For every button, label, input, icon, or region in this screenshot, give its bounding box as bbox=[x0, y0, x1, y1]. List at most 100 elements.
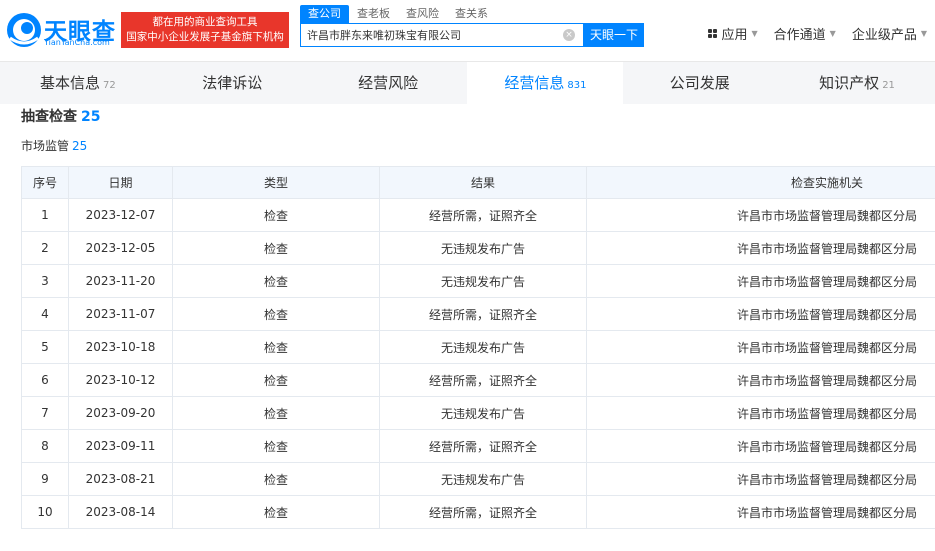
cell-authority: 许昌市市场监督管理局魏都区分局 bbox=[586, 396, 935, 430]
cell-date: 2023-12-05 bbox=[68, 231, 173, 265]
cell-result: 无违规发布广告 bbox=[379, 462, 587, 496]
cell-date: 2023-12-07 bbox=[68, 198, 173, 232]
table-row: 2 2023-12-05 检查 无违规发布广告 许昌市市场监督管理局魏都区分局 bbox=[21, 231, 935, 265]
company-tabs: 基本信息 72 法律诉讼 经营风险 经营信息 831 公司发展 知识产权 21 bbox=[0, 62, 935, 104]
search-box: × bbox=[300, 23, 584, 47]
cell-authority: 许昌市市场监督管理局魏都区分局 bbox=[586, 198, 935, 232]
search-tab-risk[interactable]: 查风险 bbox=[398, 5, 447, 23]
header-result: 结果 bbox=[379, 166, 587, 199]
tab-development[interactable]: 公司发展 bbox=[623, 62, 779, 104]
tab-label: 经营信息 bbox=[504, 74, 565, 92]
nav-apps[interactable]: 应用 ▼ bbox=[708, 24, 758, 43]
table-row: 6 2023-10-12 检查 经营所需，证照齐全 许昌市市场监督管理局魏都区分局 bbox=[21, 363, 935, 397]
tianyancha-logo-icon bbox=[7, 13, 41, 47]
tab-legal[interactable]: 法律诉讼 bbox=[156, 62, 312, 104]
chevron-down-icon: ▼ bbox=[829, 29, 836, 38]
cell-authority: 许昌市市场监督管理局魏都区分局 bbox=[586, 231, 935, 265]
sub-section-count: 25 bbox=[72, 139, 88, 153]
header-type: 类型 bbox=[172, 166, 380, 199]
cell-result: 无违规发布广告 bbox=[379, 396, 587, 430]
cell-index: 5 bbox=[21, 330, 69, 364]
cell-authority: 许昌市市场监督管理局魏都区分局 bbox=[586, 297, 935, 331]
top-header: 天眼查 TianYanCha.com 都在用的商业查询工具 国家中小企业发展子基… bbox=[0, 0, 935, 62]
cell-date: 2023-08-21 bbox=[68, 462, 173, 496]
cell-date: 2023-11-20 bbox=[68, 264, 173, 298]
tab-operation-info[interactable]: 经营信息 831 bbox=[467, 62, 624, 104]
cell-index: 3 bbox=[21, 264, 69, 298]
tab-basic-info[interactable]: 基本信息 72 bbox=[0, 62, 156, 104]
chevron-down-icon: ▼ bbox=[751, 29, 758, 38]
inspection-table: 序号 日期 类型 结果 检查实施机关 1 2023-12-07 检查 经营所需，证照齐… bbox=[21, 166, 935, 529]
cell-result: 经营所需，证照齐全 bbox=[379, 429, 587, 463]
sub-section-label: 市场监管 bbox=[21, 139, 70, 153]
table-row: 10 2023-08-14 检查 经营所需，证照齐全 许昌市市场监督管理局魏都区分局 bbox=[21, 495, 935, 529]
cell-date: 2023-09-20 bbox=[68, 396, 173, 430]
logo[interactable]: 天眼查 TianYanCha.com bbox=[6, 10, 118, 50]
top-nav: 应用 ▼ 合作通道 ▼ 企业级产品 ▼ bbox=[692, 24, 927, 43]
tab-label: 知识产权 bbox=[819, 74, 880, 92]
nav-enterprise[interactable]: 企业级产品 ▼ bbox=[852, 24, 927, 43]
table-row: 9 2023-08-21 检查 无违规发布广告 许昌市市场监督管理局魏都区分局 bbox=[21, 462, 935, 496]
cell-index: 6 bbox=[21, 363, 69, 397]
header-date: 日期 bbox=[68, 166, 173, 199]
cell-result: 无违规发布广告 bbox=[379, 330, 587, 364]
nav-cooperation[interactable]: 合作通道 ▼ bbox=[774, 24, 836, 43]
cell-index: 2 bbox=[21, 231, 69, 265]
cell-index: 10 bbox=[21, 495, 69, 529]
search-tab-company[interactable]: 查公司 bbox=[300, 5, 349, 23]
logo-subtext: TianYanCha.com bbox=[44, 38, 110, 47]
tab-count: 21 bbox=[882, 80, 895, 91]
tab-label: 公司发展 bbox=[669, 74, 730, 92]
cell-index: 1 bbox=[21, 198, 69, 232]
tab-ip[interactable]: 知识产权 21 bbox=[779, 62, 935, 104]
cell-date: 2023-10-12 bbox=[68, 363, 173, 397]
apps-grid-icon bbox=[708, 29, 718, 38]
sub-section-title[interactable]: 市场监管 25 bbox=[21, 137, 87, 154]
cell-result: 经营所需，证照齐全 bbox=[379, 363, 587, 397]
cell-result: 经营所需，证照齐全 bbox=[379, 297, 587, 331]
nav-cooperation-label: 合作通道 bbox=[773, 28, 826, 43]
cell-date: 2023-08-14 bbox=[68, 495, 173, 529]
table-row: 8 2023-09-11 检查 经营所需，证照齐全 许昌市市场监督管理局魏都区分局 bbox=[21, 429, 935, 463]
cell-type: 检查 bbox=[172, 462, 380, 496]
cell-type: 检查 bbox=[172, 363, 380, 397]
tab-label: 经营风险 bbox=[358, 74, 419, 92]
search-input[interactable] bbox=[301, 24, 557, 46]
clear-icon[interactable]: × bbox=[563, 29, 575, 41]
cell-result: 经营所需，证照齐全 bbox=[379, 495, 587, 529]
tab-count: 72 bbox=[103, 80, 116, 91]
section-count: 25 bbox=[81, 109, 101, 125]
section-title: 抽查检查 25 bbox=[21, 106, 100, 126]
search-tab-boss[interactable]: 查老板 bbox=[349, 5, 398, 23]
search-tab-relation[interactable]: 查关系 bbox=[447, 5, 496, 23]
cell-result: 经营所需，证照齐全 bbox=[379, 198, 587, 232]
section-title-label: 抽查检查 bbox=[21, 109, 77, 125]
cell-type: 检查 bbox=[172, 495, 380, 529]
cell-type: 检查 bbox=[172, 198, 380, 232]
cell-type: 检查 bbox=[172, 297, 380, 331]
cell-date: 2023-10-18 bbox=[68, 330, 173, 364]
search-button[interactable]: 天眼一下 bbox=[584, 23, 644, 47]
cell-index: 8 bbox=[21, 429, 69, 463]
nav-apps-label: 应用 bbox=[721, 28, 748, 43]
table-header-row: 序号 日期 类型 结果 检查实施机关 bbox=[21, 166, 935, 199]
header-authority: 检查实施机关 bbox=[586, 166, 935, 199]
cell-date: 2023-09-11 bbox=[68, 429, 173, 463]
tab-operation-risk[interactable]: 经营风险 bbox=[312, 62, 468, 104]
cell-authority: 许昌市市场监督管理局魏都区分局 bbox=[586, 462, 935, 496]
cell-type: 检查 bbox=[172, 231, 380, 265]
chevron-down-icon: ▼ bbox=[920, 29, 927, 38]
tab-count: 831 bbox=[567, 80, 587, 91]
promo-line-1: 都在用的商业查询工具 bbox=[152, 16, 258, 28]
table-row: 3 2023-11-20 检查 无违规发布广告 许昌市市场监督管理局魏都区分局 bbox=[21, 264, 935, 298]
cell-authority: 许昌市市场监督管理局魏都区分局 bbox=[586, 363, 935, 397]
table-row: 5 2023-10-18 检查 无违规发布广告 许昌市市场监督管理局魏都区分局 bbox=[21, 330, 935, 364]
cell-type: 检查 bbox=[172, 330, 380, 364]
cell-type: 检查 bbox=[172, 429, 380, 463]
tab-label: 法律诉讼 bbox=[202, 74, 263, 92]
table-row: 4 2023-11-07 检查 经营所需，证照齐全 许昌市市场监督管理局魏都区分局 bbox=[21, 297, 935, 331]
cell-authority: 许昌市市场监督管理局魏都区分局 bbox=[586, 495, 935, 529]
cell-authority: 许昌市市场监督管理局魏都区分局 bbox=[586, 330, 935, 364]
nav-enterprise-label: 企业级产品 bbox=[851, 28, 917, 43]
promo-banner[interactable]: 都在用的商业查询工具 国家中小企业发展子基金旗下机构 bbox=[121, 12, 289, 48]
